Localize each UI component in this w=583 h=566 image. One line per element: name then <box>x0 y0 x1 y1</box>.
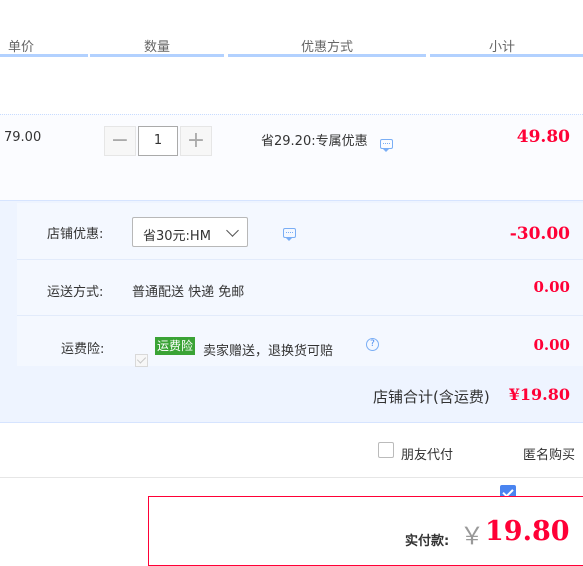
header-underline <box>90 54 224 57</box>
header-underline <box>430 54 583 57</box>
header-underline <box>228 54 426 57</box>
shop-total-label: 店铺合计(含运费) <box>373 388 490 406</box>
insurance-checkbox <box>135 354 148 367</box>
shipping-method-label: 运送方式: <box>47 285 104 300</box>
quantity-input[interactable]: 1 <box>138 126 178 156</box>
friend-pay-checkbox[interactable] <box>378 442 394 458</box>
increase-quantity-button[interactable]: + <box>180 126 212 156</box>
shipping-insurance-label: 运费险: <box>61 342 105 357</box>
divider <box>17 259 583 260</box>
currency-symbol: ￥ <box>460 522 484 550</box>
shipping-method-value: 普通配送 快递 免邮 <box>132 285 245 300</box>
header-subtotal: 小计 <box>489 40 516 55</box>
shop-discount-label: 店铺优惠: <box>47 227 104 242</box>
payment-amount: 19.80 <box>485 516 570 547</box>
friend-pay-label[interactable]: 朋友代付 <box>401 444 453 463</box>
chat-icon[interactable] <box>283 228 297 241</box>
header-unit-price: 单价 <box>8 40 35 55</box>
shop-discount-select[interactable]: 省30元:HM <box>132 217 248 247</box>
item-subtotal: 49.80 <box>516 127 570 147</box>
anonymous-purchase-label[interactable]: 匿名购买 <box>523 444 575 463</box>
chat-icon[interactable] <box>380 139 393 152</box>
insurance-badge: 运费险 <box>155 337 196 355</box>
header-quantity: 数量 <box>144 40 171 55</box>
insurance-description: 卖家赠送，退换货可赔 <box>203 344 334 359</box>
divider <box>17 315 583 316</box>
item-row <box>0 114 583 201</box>
shop-discount-selected: 省30元:HM <box>143 229 211 244</box>
unit-price: 79.00 <box>4 130 42 145</box>
shop-total-amount: ¥19.80 <box>508 385 570 404</box>
header-promotion: 优惠方式 <box>301 40 354 55</box>
header-underline <box>0 54 88 57</box>
insurance-amount: 0.00 <box>533 336 570 354</box>
shop-total-row <box>0 368 583 423</box>
divider <box>0 477 583 478</box>
payment-label: 实付款: <box>405 534 450 549</box>
chevron-down-icon <box>226 224 239 237</box>
shipping-amount: 0.00 <box>533 278 570 296</box>
shop-discount-amount: -30.00 <box>509 224 570 244</box>
promotion-text: 省29.20:专属优惠 <box>261 134 368 149</box>
help-icon[interactable]: ? <box>366 338 379 351</box>
decrease-quantity-button[interactable]: − <box>104 126 136 156</box>
